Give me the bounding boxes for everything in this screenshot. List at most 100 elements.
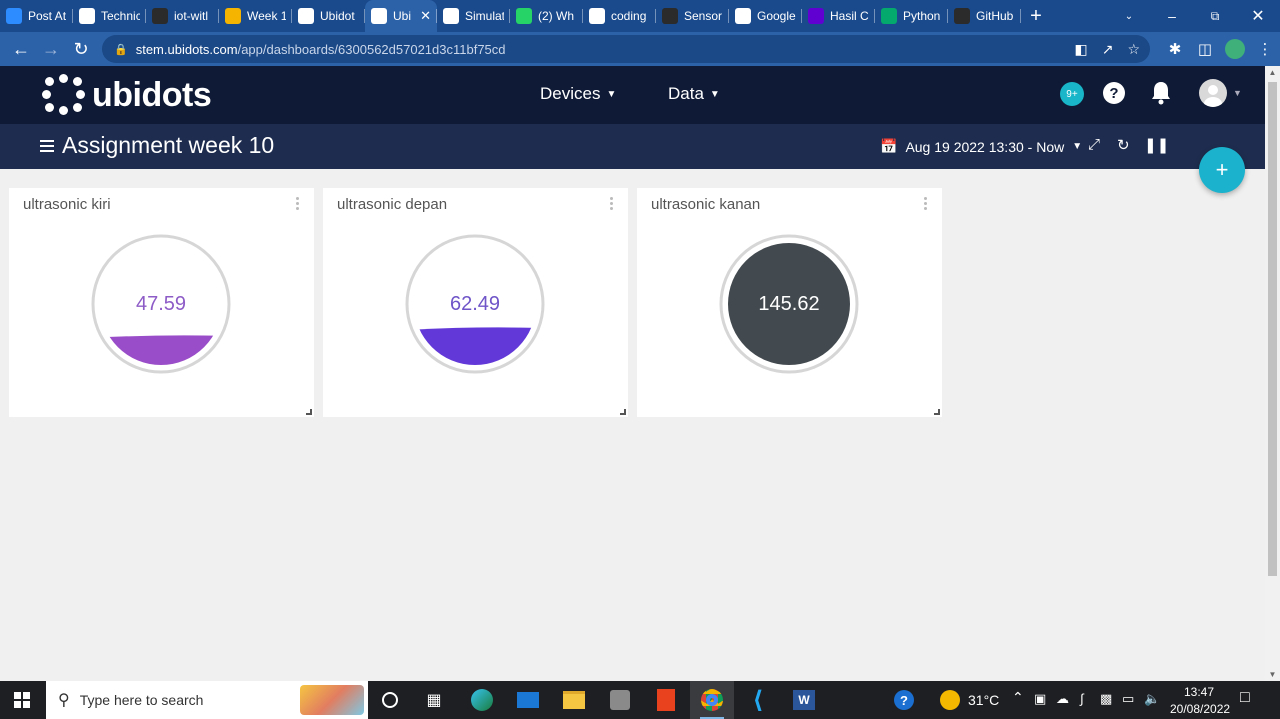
fullscreen-icon[interactable]: ⤢ [1088,136,1100,153]
avatar-caret-icon[interactable]: ▼ [1233,88,1242,98]
github-icon [662,8,678,24]
menu-devices[interactable]: Devices ▼ [540,84,616,104]
search-icon: ⚲ [58,692,70,709]
dashboard-title-group[interactable]: Assignment week 10 [40,132,274,159]
menu-data[interactable]: Data ▼ [668,84,720,104]
scroll-up-icon[interactable]: ▲ [1268,68,1277,77]
forward-button[interactable]: → [36,34,66,64]
widget-options-icon[interactable] [610,197,614,212]
taskbar-search-box[interactable]: ⚲ Type here to search [46,681,368,719]
browser-tab[interactable]: Ubi ✕ [365,0,437,32]
notifications-icon[interactable]: □ [1240,689,1250,707]
weather-temp[interactable]: 31°C [968,692,999,708]
yahoo-icon [808,8,824,24]
widget-options-icon[interactable] [296,197,300,212]
github-icon [152,8,168,24]
help-tray-icon[interactable]: ? [882,681,926,719]
browser-tab-label: Technic [101,9,140,23]
onedrive-icon[interactable]: ☁ [1056,691,1069,707]
browser-tab[interactable]: Ubidot [292,0,365,32]
wifi-icon[interactable]: ∫ [1080,691,1084,706]
widgets-icon[interactable]: ▦ [412,681,456,719]
user-avatar[interactable] [1199,79,1227,107]
battery-icon[interactable]: ▭ [1122,691,1134,707]
store-icon[interactable] [598,681,642,719]
extensions-icon[interactable]: ✱ [1160,34,1190,64]
scroll-down-icon[interactable]: ▼ [1268,670,1277,679]
browser-tab[interactable]: coding [583,0,656,32]
word-icon[interactable]: W [782,681,826,719]
dashboard-title: Assignment week 10 [62,132,275,158]
tab-search-chevron-icon[interactable]: ⌄ [1107,0,1151,32]
browser-tab-label: GitHub [976,9,1014,23]
minimize-button[interactable]: – [1150,0,1194,32]
classroom-icon [79,8,95,24]
browser-tab[interactable]: Post At [0,0,73,32]
volume-muted-icon[interactable]: 🔈 [1144,691,1160,707]
office-icon[interactable] [644,681,688,719]
browser-tab[interactable]: Google [729,0,802,32]
browser-tab-label: Ubi [393,9,412,23]
browser-tab[interactable]: iot-witl [146,0,219,32]
tank-widget[interactable]: ultrasonic kanan 145.62 [637,188,942,417]
search-highlight-image [300,685,364,715]
edge-icon[interactable] [460,681,504,719]
resize-handle-icon[interactable] [306,409,312,415]
url-input[interactable]: 🔒 stem.ubidots.com/app/dashboards/630056… [102,35,1150,63]
vscode-icon[interactable]: ⟨ [736,681,780,719]
browser-tab[interactable]: GitHub [948,0,1021,32]
add-widget-button[interactable]: + [1199,147,1245,193]
date-range-picker[interactable]: 📅 Aug 19 2022 13:30 - Now ▼ [880,138,1082,155]
display-icon[interactable]: ▩ [1100,691,1112,707]
resize-handle-icon[interactable] [934,409,940,415]
tank-widget[interactable]: ultrasonic depan 62.49 [323,188,628,417]
tray-chevron-icon[interactable]: ⌃ [1012,689,1024,706]
bookmark-star-icon[interactable]: ☆ [1127,41,1140,58]
browser-tab-label: Google [757,9,796,23]
close-window-button[interactable]: ✕ [1236,0,1280,32]
browser-tab-label: Hasil C [830,9,869,23]
scroll-thumb[interactable] [1268,82,1277,576]
reload-button[interactable]: ↻ [66,34,96,64]
zoom-icon [6,8,22,24]
browser-tab[interactable]: Sensor [656,0,729,32]
file-explorer-icon[interactable] [552,681,596,719]
new-tab-button[interactable]: + [1021,0,1051,32]
profile-avatar-icon[interactable] [1220,34,1250,64]
side-panel-icon[interactable]: ◫ [1190,34,1220,64]
translate-icon[interactable]: ◧ [1074,41,1087,58]
browser-tab[interactable]: Technic [73,0,146,32]
share-icon[interactable]: ↗ [1102,41,1114,58]
browser-tab[interactable]: Python [875,0,948,32]
meet-icon[interactable]: ▣ [1034,691,1046,707]
restore-button[interactable]: ⧉ [1193,0,1237,32]
windows-start-icon[interactable] [14,692,30,708]
w3schools-icon [881,8,897,24]
browser-tab-label: Python [903,9,941,23]
bell-icon[interactable] [1150,80,1172,106]
refresh-icon[interactable]: ↻ [1117,136,1130,154]
help-button[interactable]: ? [1103,82,1125,104]
close-tab-icon[interactable]: ✕ [420,8,431,24]
browser-tab[interactable]: Simulat [437,0,510,32]
notification-badge[interactable]: 9+ [1060,82,1084,106]
browser-menu-icon[interactable]: ⋮ [1250,34,1280,64]
clock-time[interactable]: 13:47 [1184,685,1214,699]
pause-icon[interactable]: ❚❚ [1144,136,1169,154]
mail-icon[interactable] [506,681,550,719]
browser-tab[interactable]: (2) Wh [510,0,583,32]
clock-date[interactable]: 20/08/2022 [1170,702,1230,716]
widget-options-icon[interactable] [924,197,928,212]
tank-widget[interactable]: ultrasonic kiri 47.59 [9,188,314,417]
browser-tab[interactable]: Hasil C [802,0,875,32]
ubidots-logo[interactable]: ubidots [42,74,212,116]
task-view-icon[interactable] [368,681,412,719]
url-path: /app/dashboards/6300562d57021d3c11bf75cd [237,41,506,57]
browser-tab[interactable]: Week 1 [219,0,292,32]
resize-handle-icon[interactable] [620,409,626,415]
back-button[interactable]: ← [6,34,36,64]
hamburger-menu-icon[interactable] [40,139,54,152]
page-scrollbar[interactable]: ▲ ▼ [1265,66,1280,681]
weather-icon[interactable] [940,690,960,710]
chrome-icon[interactable] [690,681,734,719]
